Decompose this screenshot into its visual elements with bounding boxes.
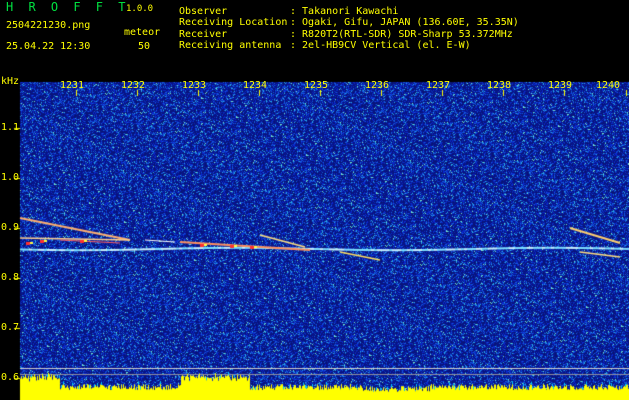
header-panel: H R O F F T 1.0.0 2504221230.png meteor … [0,0,629,80]
meteor-count: 50 [138,41,151,52]
x-tick-label: 1237 [426,80,451,91]
x-tick-label: 1238 [487,80,512,91]
antenna-label: Receiving antenna [179,40,282,51]
y-tick-label: 1.0 [1,172,20,183]
x-tick-label: 1235 [304,80,329,91]
y-tick-label: 0.8 [1,272,20,283]
y-tick-label: 0.6 [1,372,20,383]
app-version: 1.0.0 [126,4,154,14]
x-tick-label: 1240 [596,80,621,91]
file-name: 2504221230.png [6,20,91,31]
observer-label: Observer [179,6,228,17]
location-value: : Ogaki, Gifu, JAPAN (136.60E, 35.35N) [290,17,519,28]
date-time: 25.04.22 12:30 [6,41,91,52]
spectrogram-plot: kHz 1.1 1.0 0.9 0.8 0.7 0.6 1231 1232 1233 1234 1… [0,76,629,400]
spectrogram-canvas [0,80,629,400]
antenna-value: : 2el-HB9CV Vertical (el. E-W) [290,40,471,51]
y-tick-label: 0.7 [1,322,20,333]
location-label: Receiving Location [179,17,288,28]
x-tick-label: 1239 [548,80,573,91]
x-tick-label: 1232 [121,80,146,91]
y-axis-unit: kHz [1,76,20,87]
receiver-label: Receiver [179,29,228,40]
receiver-value: : R820T2(RTL-SDR) SDR-Sharp 53.372MHz [290,29,513,40]
meteor-label: meteor [124,27,161,38]
observer-value: : Takanori Kawachi [290,6,399,17]
x-tick-label: 1231 [60,80,85,91]
y-tick-label: 1.1 [1,122,20,133]
x-tick-label: 1236 [365,80,390,91]
y-tick-label: 0.9 [1,222,20,233]
app-title: H R O F F T [6,0,130,14]
x-tick-label: 1234 [243,80,268,91]
x-tick-label: 1233 [182,80,207,91]
